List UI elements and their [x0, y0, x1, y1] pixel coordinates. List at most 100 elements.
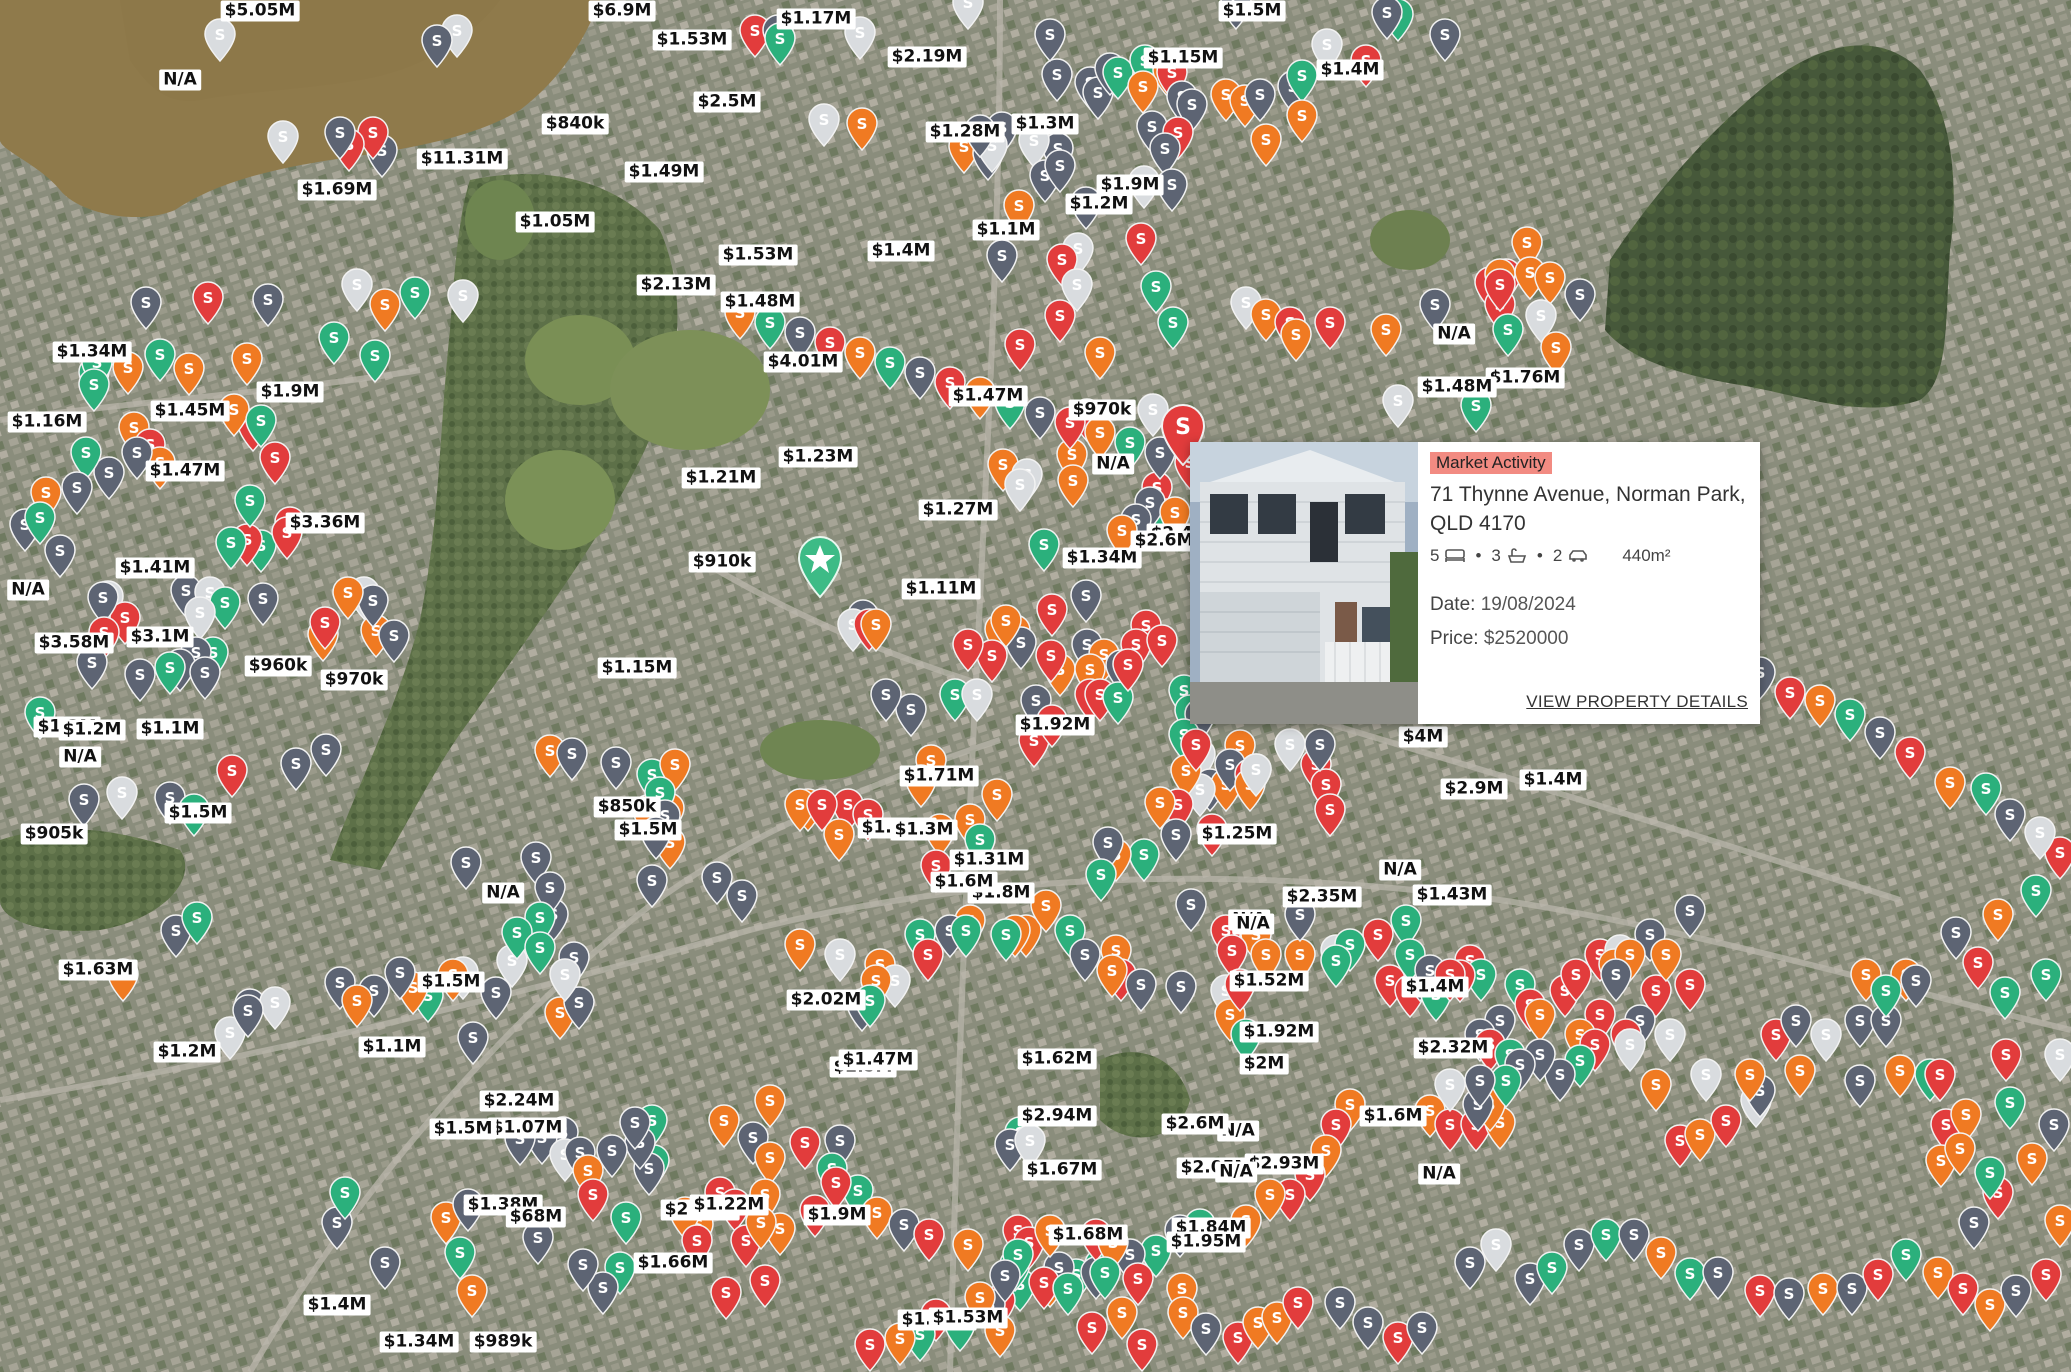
property-pin[interactable]: S [1809, 1018, 1843, 1062]
property-pin[interactable]: S [1883, 1054, 1917, 1098]
property-pin[interactable]: S [1863, 716, 1897, 760]
price-label[interactable]: $1.6M [930, 871, 998, 893]
property-pin[interactable]: S [398, 276, 432, 320]
price-label[interactable]: $2.6M [1161, 1113, 1229, 1135]
price-label[interactable]: $1.92M [1015, 714, 1095, 736]
property-pin[interactable]: S [1973, 1156, 2007, 1200]
price-label[interactable]: N/A [482, 882, 524, 904]
property-pin[interactable]: S [521, 1221, 555, 1265]
property-popup[interactable]: Market Activity 71 Thynne Avenue, Norman… [1190, 442, 1760, 724]
price-label[interactable]: $1.5M [1218, 0, 1286, 22]
property-pin[interactable]: S [951, 628, 985, 672]
price-label[interactable]: $970k [1068, 399, 1136, 421]
price-label[interactable]: $1.4M [1519, 769, 1587, 791]
property-pin[interactable]: S [843, 336, 877, 380]
property-pin[interactable]: S [1899, 964, 1933, 1008]
price-label[interactable]: $1.47M [838, 1049, 918, 1071]
price-label[interactable]: $6.9M [588, 0, 656, 22]
price-label[interactable]: $1.1M [136, 718, 204, 740]
price-label[interactable]: $1.4M [303, 1294, 371, 1316]
property-pin[interactable]: S [1933, 766, 1967, 810]
view-property-details-link[interactable]: VIEW PROPERTY DETAILS [1526, 692, 1748, 712]
property-pin[interactable]: S [1069, 579, 1103, 623]
property-pin[interactable]: S [819, 1166, 853, 1210]
property-pin[interactable]: S [1084, 858, 1118, 902]
price-label[interactable]: $1.5M [614, 819, 682, 841]
property-pin[interactable]: S [1125, 1328, 1159, 1372]
price-label[interactable]: $3.36M [285, 512, 365, 534]
price-label[interactable]: N/A [1092, 453, 1134, 475]
property-pin[interactable]: S [214, 526, 248, 570]
price-label[interactable]: $1.62M [1017, 1048, 1097, 1070]
property-pin[interactable]: S [869, 678, 903, 722]
property-pin[interactable]: S [1027, 528, 1061, 572]
property-pin[interactable]: S [1943, 1132, 1977, 1176]
price-label[interactable]: $1.3M [1011, 113, 1079, 135]
property-pin[interactable]: S [912, 1218, 946, 1262]
property-pin[interactable]: S [105, 776, 139, 820]
property-pin[interactable]: S [1313, 306, 1347, 350]
property-pin[interactable]: S [1653, 1018, 1687, 1062]
property-pin[interactable]: S [1035, 593, 1069, 637]
property-pin[interactable]: S [1319, 944, 1353, 988]
price-label[interactable]: $1.68M [1048, 1224, 1128, 1246]
price-label[interactable]: $1.9M [1096, 174, 1164, 196]
property-pin[interactable]: S [2043, 1204, 2071, 1248]
price-label[interactable]: $1.31M [949, 849, 1029, 871]
property-pin[interactable]: S [230, 342, 264, 386]
property-pin[interactable]: S [1772, 1277, 1806, 1321]
property-pin[interactable]: S [555, 737, 589, 781]
property-pin[interactable]: S [1639, 1068, 1673, 1112]
price-label[interactable]: $1.92M [1239, 1021, 1319, 1043]
property-pin[interactable]: S [368, 288, 402, 332]
property-pin[interactable]: S [618, 1106, 652, 1150]
price-label[interactable]: $1.21M [681, 467, 761, 489]
price-label[interactable]: $2.24M [479, 1090, 559, 1112]
price-label[interactable]: $5.05M [220, 0, 300, 22]
property-pin[interactable]: S [783, 928, 817, 972]
price-label[interactable]: $1.4M [1316, 59, 1384, 81]
price-label[interactable]: N/A [1232, 913, 1274, 935]
property-pin[interactable]: S [1649, 938, 1683, 982]
price-label[interactable]: $1.43M [1412, 884, 1492, 906]
price-label[interactable]: N/A [1433, 323, 1475, 345]
price-label[interactable]: $1.05M [515, 211, 595, 233]
property-pin[interactable]: S [1313, 793, 1347, 837]
property-pin[interactable]: S [446, 279, 480, 323]
price-label[interactable]: $1.4M [867, 240, 935, 262]
property-pin[interactable]: S [807, 103, 841, 147]
property-pin[interactable]: S [258, 441, 292, 485]
price-label[interactable]: $11.31M [416, 148, 508, 170]
price-label[interactable]: $1.4M [1401, 976, 1469, 998]
property-pin[interactable]: S [2029, 1258, 2063, 1302]
home-star-marker[interactable] [795, 536, 845, 598]
property-pin[interactable]: S [1803, 684, 1837, 728]
price-label[interactable]: $1.34M [52, 341, 132, 363]
property-pin[interactable]: S [266, 120, 300, 164]
property-pin[interactable]: S [1249, 123, 1283, 167]
property-pin[interactable]: S [449, 846, 483, 890]
property-pin[interactable]: S [1969, 772, 2003, 816]
property-pin[interactable]: S [456, 1021, 490, 1065]
price-label[interactable]: $3.58M [34, 632, 114, 654]
satellite-map[interactable]: S S S S S S S S S S S S S S S S S S S S S S S S S S S S S S S S S S S S S S S S… [0, 0, 2071, 1372]
price-label[interactable]: $1.52M [1229, 970, 1309, 992]
property-pin[interactable]: S [1981, 898, 2015, 942]
price-label[interactable]: $1.5M [164, 802, 232, 824]
property-pin[interactable]: S [576, 1178, 610, 1222]
price-label[interactable]: $1.53M [652, 29, 732, 51]
property-pin[interactable]: S [358, 339, 392, 383]
price-label[interactable]: $1.48M [1417, 376, 1497, 398]
price-label[interactable]: $1.1M [972, 219, 1040, 241]
property-pin[interactable]: S [1051, 1272, 1085, 1316]
property-pin[interactable]: S [1179, 728, 1213, 772]
property-pin[interactable]: S [635, 864, 669, 908]
property-pin[interactable]: S [203, 18, 237, 62]
property-pin[interactable]: S [2029, 958, 2063, 1002]
price-label[interactable]: $68M [505, 1206, 567, 1228]
property-pin[interactable]: S [985, 239, 1019, 283]
price-label[interactable]: $1.2M [153, 1041, 221, 1063]
property-pin[interactable]: S [1370, 0, 1404, 40]
price-label[interactable]: $2.6M [1130, 530, 1198, 552]
property-pin[interactable]: S [1239, 753, 1273, 797]
